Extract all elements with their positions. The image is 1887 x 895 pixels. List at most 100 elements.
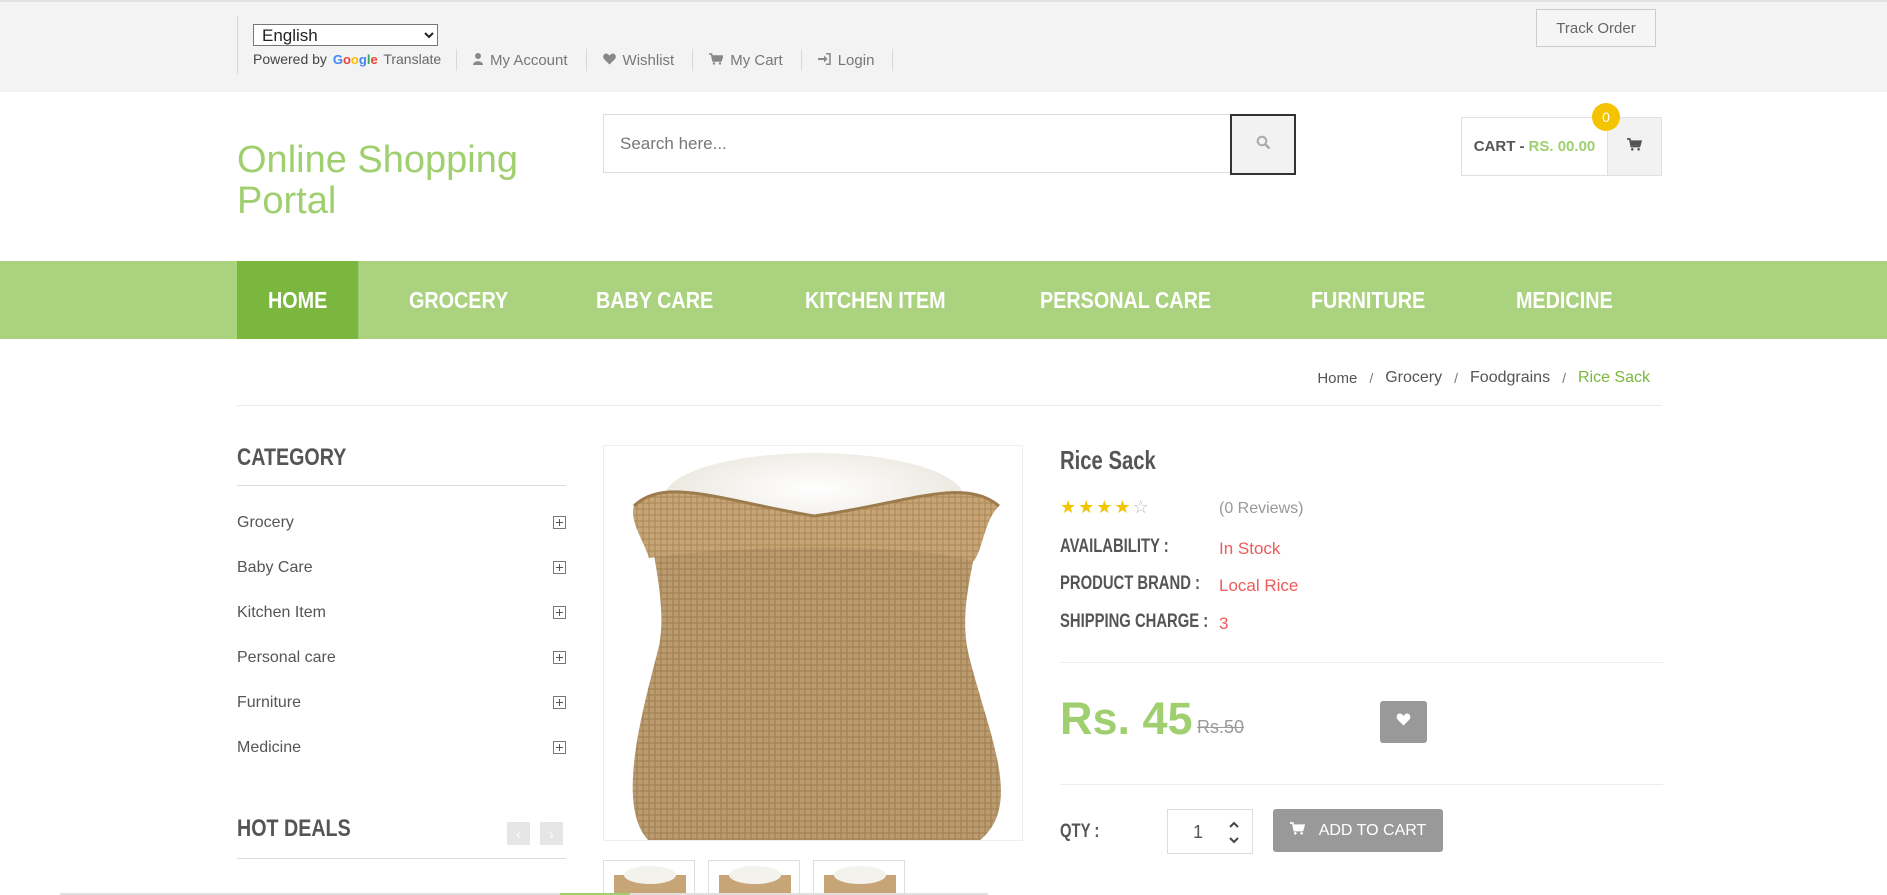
quantity-decrease-button[interactable]	[1226, 834, 1242, 846]
rating-stars: ★ ★ ★ ★ ☆	[1060, 497, 1149, 518]
nav-menu: HOME GROCERY BABY CARE KITCHEN ITEM PERS…	[237, 261, 1670, 339]
star-empty-icon: ☆	[1132, 497, 1149, 517]
category-item-medicine[interactable]: Medicine	[237, 725, 566, 770]
heart-icon	[602, 52, 616, 68]
nav-item-baby-care[interactable]: BABY CARE	[565, 261, 744, 339]
wishlist-label: Wishlist	[622, 51, 675, 69]
search-bar	[603, 114, 1296, 175]
availability-value: In Stock	[1219, 539, 1281, 558]
category-label: Kitchen Item	[237, 603, 326, 621]
rice-sack-thumbnail	[614, 866, 686, 895]
quantity-increase-button[interactable]	[1226, 818, 1242, 830]
category-label: Furniture	[237, 693, 302, 711]
heart-icon	[1396, 713, 1411, 731]
my-cart-link[interactable]: My Cart	[709, 49, 802, 71]
search-input[interactable]	[604, 115, 1229, 172]
thumbnail-image[interactable]	[603, 860, 695, 895]
rice-sack-image	[632, 453, 1001, 840]
divider	[237, 485, 566, 486]
cart-summary: CART - RS. 00.00	[1462, 118, 1608, 175]
shopping-cart-icon	[1289, 821, 1305, 840]
chevron-up-icon	[1229, 821, 1239, 828]
my-cart-label: My Cart	[730, 51, 783, 69]
expand-plus-icon[interactable]	[553, 651, 566, 664]
wishlist-link[interactable]: Wishlist	[602, 49, 694, 71]
breadcrumb-current: Rice Sack	[1577, 369, 1650, 386]
add-to-cart-button[interactable]: ADD TO CART	[1273, 809, 1443, 852]
category-item-furniture[interactable]: Furniture	[237, 680, 566, 725]
language-select[interactable]: English	[253, 24, 438, 46]
category-item-personal-care[interactable]: Personal care	[237, 635, 566, 680]
nav-item-personal-care[interactable]: PERSONAL CARE	[1009, 261, 1242, 339]
expand-plus-icon[interactable]	[553, 696, 566, 709]
track-order-button[interactable]: Track Order	[1536, 9, 1656, 47]
availability-label: AVAILABILITY :	[1060, 536, 1169, 557]
expand-plus-icon[interactable]	[553, 516, 566, 529]
cart-icon	[709, 52, 724, 68]
category-item-baby-care[interactable]: Baby Care	[237, 545, 566, 590]
page: English Powered by Google Translate My A…	[0, 0, 1887, 895]
expand-plus-icon[interactable]	[553, 606, 566, 619]
powered-by-text: Powered by	[253, 51, 327, 67]
breadcrumb-grocery[interactable]: Grocery	[1385, 369, 1442, 387]
quantity-label: QTY :	[1060, 821, 1100, 842]
hot-deals-carousel-controls: ‹ ›	[507, 822, 563, 845]
nav-item-furniture[interactable]: FURNITURE	[1280, 261, 1456, 339]
nav-item-grocery[interactable]: GROCERY	[378, 261, 539, 339]
login-label: Login	[837, 51, 875, 69]
divider	[1060, 784, 1663, 785]
rice-sack-thumbnail	[719, 866, 791, 895]
expand-plus-icon[interactable]	[553, 561, 566, 574]
add-to-cart-label: ADD TO CART	[1318, 821, 1427, 839]
category-list: Grocery Baby Care Kitchen Item Personal …	[237, 500, 566, 770]
carousel-prev-button[interactable]: ‹	[507, 822, 530, 845]
shipping-value: 3	[1219, 614, 1229, 633]
rice-sack-thumbnail	[824, 866, 896, 895]
divider	[237, 405, 1662, 406]
account-links: My Account Wishlist My Cart Login	[456, 48, 909, 72]
breadcrumb-separator: /	[1369, 370, 1374, 386]
thumbnail-image[interactable]	[813, 860, 905, 895]
category-label: Medicine	[237, 738, 302, 756]
my-account-link[interactable]: My Account	[456, 49, 587, 71]
main-navigation: HOME GROCERY BABY CARE KITCHEN ITEM PERS…	[0, 261, 1887, 339]
breadcrumb: Home / Grocery / Foodgrains / Rice Sack	[1317, 369, 1650, 387]
nav-item-kitchen-item[interactable]: KITCHEN ITEM	[774, 261, 977, 339]
search-button[interactable]	[1230, 114, 1296, 175]
quantity-stepper	[1167, 809, 1253, 854]
carousel-next-button[interactable]: ›	[540, 822, 563, 845]
star-filled-icon: ★	[1078, 497, 1095, 517]
site-logo[interactable]: Online Shopping Portal	[237, 140, 577, 222]
divider	[1060, 662, 1663, 663]
breadcrumb-separator: /	[1454, 370, 1459, 386]
expand-plus-icon[interactable]	[553, 741, 566, 754]
shipping-label: SHIPPING CHARGE :	[1060, 611, 1209, 632]
product-main-image[interactable]	[603, 445, 1023, 841]
quantity-input[interactable]	[1178, 820, 1218, 844]
category-label: Grocery	[237, 513, 294, 531]
login-link[interactable]: Login	[817, 49, 894, 71]
category-item-grocery[interactable]: Grocery	[237, 500, 566, 545]
breadcrumb-home[interactable]: Home	[1317, 370, 1357, 387]
cart-count-badge: 0	[1592, 103, 1620, 131]
nav-item-medicine[interactable]: MEDICINE	[1485, 261, 1644, 339]
add-to-wishlist-button[interactable]	[1380, 701, 1427, 743]
breadcrumb-foodgrains[interactable]: Foodgrains	[1470, 369, 1550, 387]
header-cart-button[interactable]: CART - RS. 00.00	[1461, 117, 1662, 176]
category-item-kitchen-item[interactable]: Kitchen Item	[237, 590, 566, 635]
user-icon	[473, 52, 483, 68]
cart-label: CART -	[1473, 138, 1525, 155]
my-account-label: My Account	[490, 51, 568, 69]
brand-value: Local Rice	[1219, 576, 1299, 595]
sign-in-icon	[817, 52, 831, 68]
category-heading: CATEGORY	[237, 444, 347, 471]
old-price: Rs.50	[1197, 717, 1245, 737]
reviews-link[interactable]: (0 Reviews)	[1219, 500, 1303, 518]
nav-item-home[interactable]: HOME	[237, 261, 359, 339]
chevron-left-icon: ‹	[516, 825, 521, 842]
top-bar: English Powered by Google Translate My A…	[0, 0, 1887, 92]
thumbnail-image[interactable]	[708, 860, 800, 895]
google-logo[interactable]: Google	[333, 51, 378, 67]
star-filled-icon: ★	[1096, 497, 1113, 517]
category-label: Personal care	[237, 648, 336, 666]
